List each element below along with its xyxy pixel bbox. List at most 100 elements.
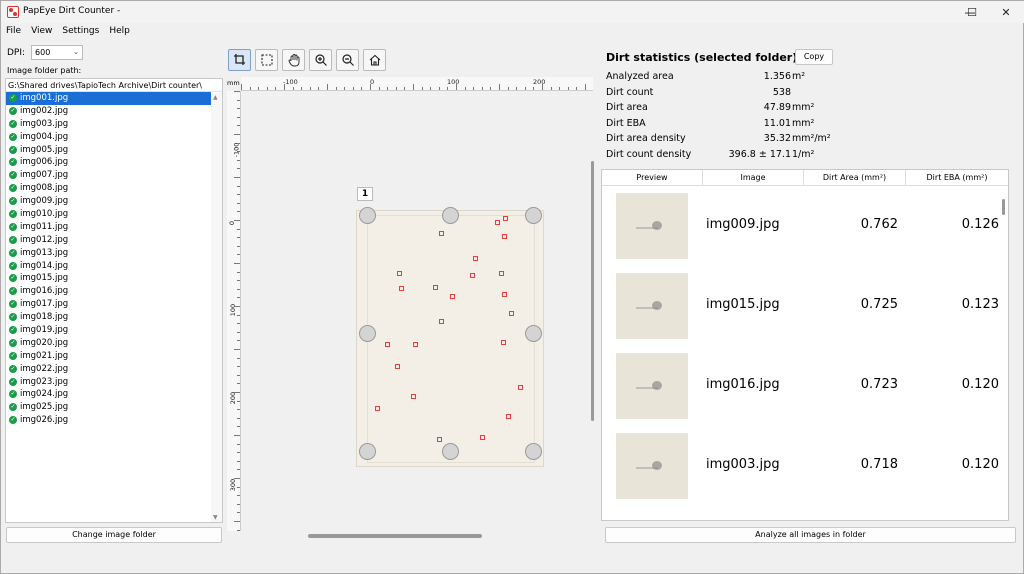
file-name: img005.jpg xyxy=(20,144,69,155)
stat-value: 11.01 xyxy=(763,118,791,129)
file-list-item[interactable]: ✓ img019.jpg xyxy=(6,324,211,337)
change-folder-button[interactable]: Change image folder xyxy=(6,527,222,543)
check-circle-icon: ✓ xyxy=(9,94,17,102)
image-viewer[interactable]: -100 0 100 200 -100 0 100 200 300 mm xyxy=(227,77,593,531)
file-list-item[interactable]: ✓ img003.jpg xyxy=(6,118,211,131)
file-name: img007.jpg xyxy=(20,170,69,181)
dpi-row: DPI: 600 ⌄ xyxy=(7,45,84,60)
file-list-item[interactable]: ✓ img024.jpg xyxy=(6,388,211,401)
file-list-item[interactable]: ✓ img016.jpg xyxy=(6,285,211,298)
file-list-item[interactable]: ✓ img017.jpg xyxy=(6,298,211,311)
file-list-item[interactable]: ✓ img008.jpg xyxy=(6,182,211,195)
table-scrollbar[interactable] xyxy=(998,187,1008,507)
ruler-minor-tick xyxy=(234,306,240,307)
crop-handle[interactable] xyxy=(525,207,542,224)
ruler-minor-tick xyxy=(237,211,240,213)
pan-tool-button[interactable] xyxy=(282,49,305,71)
crop-handle[interactable] xyxy=(359,443,376,460)
folder-path-field[interactable]: G:\Shared drives\TapioTech Archive\Dirt … xyxy=(6,79,222,92)
menu-settings[interactable]: Settings xyxy=(62,23,99,39)
zoom-out-tool-button[interactable] xyxy=(336,49,359,71)
preview-thumbnail xyxy=(616,273,688,339)
maximize-button[interactable]: ☐ xyxy=(953,1,991,23)
check-circle-icon: ✓ xyxy=(9,222,17,231)
dirt-marker xyxy=(399,286,404,291)
menu-help[interactable]: Help xyxy=(109,23,130,39)
file-name: img020.jpg xyxy=(20,337,69,348)
crop-handle[interactable] xyxy=(442,443,459,460)
close-button[interactable]: ✕ xyxy=(987,1,1024,23)
file-list-item[interactable]: ✓ img012.jpg xyxy=(6,234,211,247)
crop-handle[interactable] xyxy=(359,207,376,224)
file-list-item[interactable]: ✓ img020.jpg xyxy=(6,337,211,350)
file-list-item[interactable]: ✓ img025.jpg xyxy=(6,401,211,414)
file-list-item[interactable]: ✓ img018.jpg xyxy=(6,311,211,324)
crop-handle[interactable] xyxy=(359,325,376,342)
file-list-item[interactable]: ✓ img005.jpg xyxy=(6,144,211,157)
cell-image-name: img015.jpg xyxy=(706,297,780,312)
copy-button[interactable]: Copy xyxy=(795,49,833,65)
table-row[interactable]: img003.jpg 0.718 0.120 xyxy=(602,429,1008,505)
menu-view[interactable]: View xyxy=(31,23,52,39)
file-list-item[interactable]: ✓ img022.jpg xyxy=(6,363,211,376)
column-header-preview[interactable]: Preview xyxy=(602,170,703,186)
column-header-image[interactable]: Image xyxy=(703,170,804,186)
ruler-tick: -100 xyxy=(232,142,241,158)
dirt-marker xyxy=(437,437,442,442)
column-header-dirt-eba[interactable]: Dirt EBA (mm²) xyxy=(906,170,1008,186)
image-toolbar xyxy=(228,49,386,71)
file-list-item[interactable]: ✓ img014.jpg xyxy=(6,260,211,273)
scroll-down-icon[interactable]: ▼ xyxy=(213,514,218,521)
file-list-item[interactable]: ✓ img004.jpg xyxy=(6,131,211,144)
ruler-minor-tick xyxy=(301,87,303,90)
file-list-item[interactable]: ✓ img013.jpg xyxy=(6,247,211,260)
scroll-up-icon[interactable]: ▲ xyxy=(213,94,218,101)
table-row[interactable]: img016.jpg 0.723 0.120 xyxy=(602,349,1008,425)
file-list-item[interactable]: ✓ img001.jpg xyxy=(6,92,211,105)
file-list-item[interactable]: ✓ img023.jpg xyxy=(6,376,211,389)
crop-handle[interactable] xyxy=(525,325,542,342)
crop-region-label: 1 xyxy=(357,187,373,201)
table-row[interactable]: img015.jpg 0.725 0.123 xyxy=(602,269,1008,345)
file-list-item[interactable]: ✓ img011.jpg xyxy=(6,221,211,234)
analyze-all-button[interactable]: Analyze all images in folder xyxy=(605,527,1016,543)
ruler-minor-tick xyxy=(438,87,440,90)
file-list-scrollbar[interactable]: ▲ ▼ xyxy=(211,93,222,522)
title-bar: PapEye Dirt Counter - — — ☐ ✕ xyxy=(1,1,1024,23)
file-list-item[interactable]: ✓ img026.jpg xyxy=(6,414,211,427)
maximize-icon: ☐ xyxy=(967,5,977,19)
file-name: img025.jpg xyxy=(20,402,69,413)
crop-handle[interactable] xyxy=(442,207,459,224)
dirt-marker xyxy=(385,342,390,347)
file-list-item[interactable]: ✓ img006.jpg xyxy=(6,156,211,169)
file-name: img015.jpg xyxy=(20,273,69,284)
column-header-dirt-area[interactable]: Dirt Area (mm²) xyxy=(804,170,906,186)
file-list-item[interactable]: ✓ img021.jpg xyxy=(6,350,211,363)
dpi-select[interactable]: 600 ⌄ xyxy=(31,45,84,60)
check-circle-icon: ✓ xyxy=(9,326,17,335)
select-tool-button[interactable] xyxy=(255,49,278,71)
crop-tool-button[interactable] xyxy=(228,49,251,71)
ruler-minor-tick xyxy=(481,87,483,90)
file-list-item[interactable]: ✓ img007.jpg xyxy=(6,169,211,182)
zoom-in-tool-button[interactable] xyxy=(309,49,332,71)
file-list-item[interactable]: ✓ img009.jpg xyxy=(6,195,211,208)
viewer-horizontal-scrollbar[interactable] xyxy=(308,534,482,538)
file-list-item[interactable]: ✓ img002.jpg xyxy=(6,105,211,118)
table-scroll-thumb[interactable] xyxy=(1002,199,1005,215)
ruler-tick: 0 xyxy=(228,220,237,226)
crop-region[interactable] xyxy=(367,215,535,463)
crop-handle[interactable] xyxy=(525,443,542,460)
ruler-minor-tick xyxy=(237,486,240,488)
viewer-vertical-scrollbar[interactable] xyxy=(591,161,594,421)
file-list-item[interactable]: ✓ img010.jpg xyxy=(6,208,211,221)
menu-file[interactable]: File xyxy=(6,23,21,39)
dirt-marker xyxy=(503,216,508,221)
ruler-minor-tick xyxy=(507,87,509,90)
ruler-minor-tick xyxy=(430,87,432,90)
stat-value: 35.32 xyxy=(763,133,791,144)
home-tool-button[interactable] xyxy=(363,49,386,71)
table-row[interactable]: img009.jpg 0.762 0.126 xyxy=(602,189,1008,265)
file-list-item[interactable]: ✓ img015.jpg xyxy=(6,272,211,285)
image-canvas[interactable] xyxy=(241,91,593,531)
